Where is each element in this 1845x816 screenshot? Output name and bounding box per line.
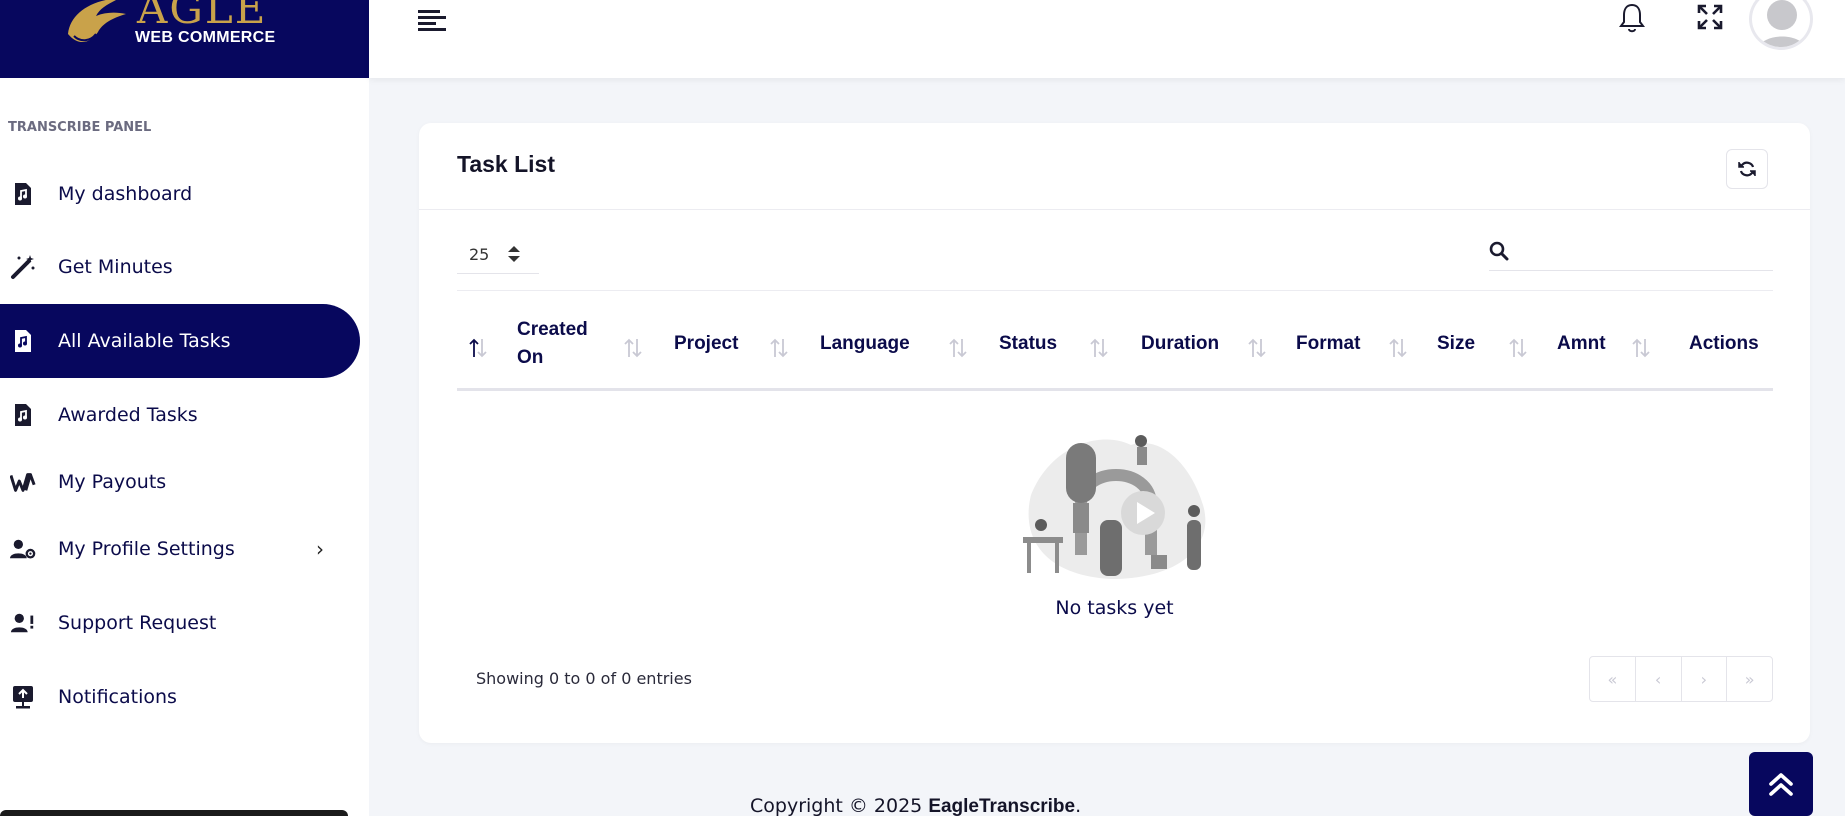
music-file-icon [10,402,36,428]
sidebar-bottom-bar [0,810,348,816]
chevron-right-icon: › [316,537,324,561]
column-header-created-on[interactable]: Created On [517,301,597,387]
music-file-icon [10,181,36,207]
divider [419,209,1810,210]
column-header-language[interactable]: Language [820,301,910,387]
sidebar-item-label: Awarded Tasks [58,404,198,426]
sidebar-item-label: My dashboard [58,183,193,205]
sidebar: AGLE WEB COMMERCE TRANSCRIBE PANEL My da… [0,0,369,816]
user-alert-icon [10,610,36,636]
first-page-button[interactable]: « [1590,657,1636,701]
pagination: « ‹ › » [1589,656,1773,702]
column-header-label: Size [1437,333,1476,354]
copyright-text: Copyright © 2025 [750,795,929,816]
sidebar-item-label: All Available Tasks [58,330,231,352]
notification-upload-icon [10,684,36,710]
column-header-format[interactable]: Format [1296,301,1360,387]
eagle-logo-icon [68,0,126,42]
column-header-label: Actions [1689,333,1759,354]
column-header-label: Project [674,333,739,354]
column-header-size[interactable]: Size [1437,301,1475,387]
wallet-logo-icon [10,469,36,495]
top-header [369,0,1845,78]
column-header-project[interactable]: Project [674,301,738,387]
refresh-button[interactable] [1726,149,1768,189]
table-info: Showing 0 to 0 of 0 entries [476,669,692,688]
previous-page-button[interactable]: ‹ [1636,657,1682,701]
menu-icon[interactable] [418,10,446,34]
empty-state-illustration [1023,435,1206,579]
footer-copyright: Copyright © 2025 EagleTranscribe. [750,795,1081,816]
sidebar-item-my-dashboard[interactable]: My dashboard [0,157,360,231]
column-header-label: Status [999,333,1058,354]
search-box [1489,231,1773,271]
scroll-to-top-button[interactable] [1749,752,1813,816]
sidebar-item-label: Support Request [58,612,217,634]
column-header-label: Format [1296,333,1361,354]
user-gear-icon [10,536,36,562]
next-page-button[interactable]: › [1682,657,1728,701]
empty-state-message: No tasks yet [1055,597,1174,619]
column-header-label: Language [820,333,910,354]
refresh-icon [1738,161,1756,177]
sidebar-item-awarded-tasks[interactable]: Awarded Tasks [0,378,360,452]
sort-icon [1389,338,1407,358]
expand-icon[interactable] [1697,4,1723,30]
sort-icon [1090,338,1108,358]
column-header-label: Amnt [1557,333,1606,354]
column-header-label: Duration [1141,333,1220,354]
search-icon [1489,241,1509,261]
sidebar-item-all-available-tasks[interactable]: All Available Tasks [0,304,360,378]
sort-icon [469,338,487,358]
column-header-actions: Actions [1689,301,1759,387]
sort-icon [1632,338,1650,358]
avatar[interactable] [1749,0,1813,50]
sidebar-item-label: My Profile Settings [58,538,235,560]
double-chevron-up-icon [1769,773,1793,796]
column-header-status[interactable]: Status [999,301,1057,387]
last-page-button[interactable]: » [1727,657,1772,701]
table-header: Created On Project Language Status Durat… [457,301,1773,391]
column-header-index[interactable] [457,301,507,387]
task-list-card: Task List 25 Created On Project Language… [419,123,1810,743]
sidebar-item-my-profile-settings[interactable]: My Profile Settings › [0,512,360,586]
sidebar-item-label: My Payouts [58,471,167,493]
sidebar-item-label: Get Minutes [58,256,173,278]
bell-icon[interactable] [1617,2,1647,34]
search-input[interactable] [1519,235,1769,267]
sort-icon [624,338,642,358]
logo-bar: AGLE WEB COMMERCE [0,0,369,78]
sort-icon [770,338,788,358]
logo-subtitle: WEB COMMERCE [135,29,276,46]
column-header-label: Created On [517,319,588,368]
sort-icon [1248,338,1266,358]
sidebar-item-support-request[interactable]: Support Request [0,586,360,660]
footer-brand-link[interactable]: EagleTranscribe [928,796,1075,816]
magic-wand-icon [10,254,36,280]
page-title: Task List [457,151,555,177]
sidebar-item-my-payouts[interactable]: My Payouts [0,445,360,519]
column-header-duration[interactable]: Duration [1141,301,1219,387]
sidebar-item-get-minutes[interactable]: Get Minutes [0,230,360,304]
music-file-icon [10,328,36,354]
divider [457,290,1773,291]
column-header-amnt[interactable]: Amnt [1557,301,1606,387]
sidebar-item-notifications[interactable]: Notifications [0,660,360,734]
sort-updown-icon [508,246,520,262]
sort-icon [949,338,967,358]
copyright-suffix: . [1075,795,1082,816]
page-length-value: 25 [469,245,490,264]
page-length-select[interactable]: 25 [457,236,539,274]
panel-label: TRANSCRIBE PANEL [8,120,152,135]
sidebar-item-label: Notifications [58,686,177,708]
sort-icon [1509,338,1527,358]
